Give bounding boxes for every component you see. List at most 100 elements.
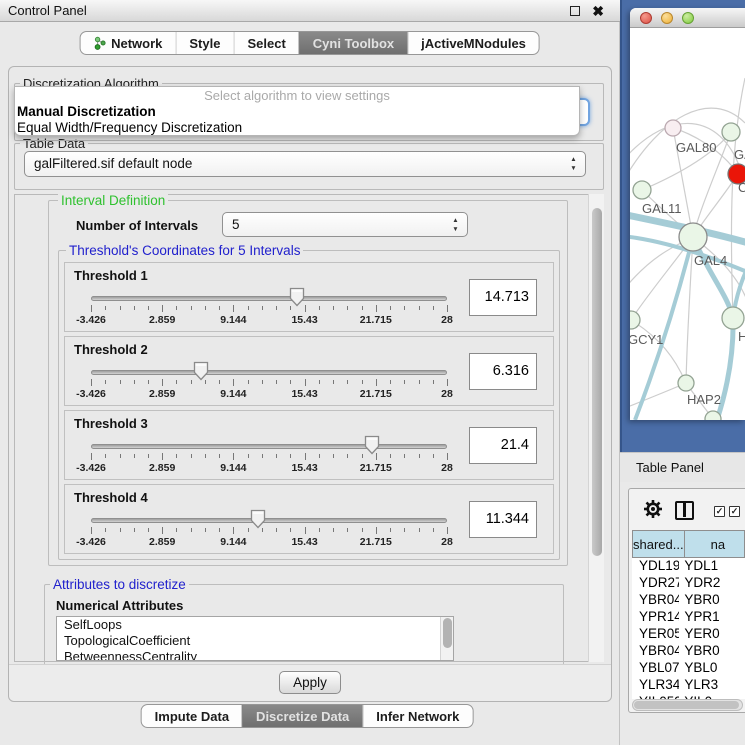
- table-data-combobox[interactable]: galFiltered.sif default node ▲▼: [24, 151, 586, 177]
- number-of-intervals-value: 5: [232, 213, 240, 237]
- slider-tick: [319, 306, 320, 310]
- attribute-item-selfloops[interactable]: SelfLoops: [57, 617, 453, 633]
- threshold-value-field[interactable]: 11.344: [469, 501, 537, 538]
- slider-tick: [376, 379, 377, 386]
- table-cell: YDR27...: [632, 575, 679, 592]
- network-node-label: HAP2: [687, 392, 721, 407]
- table-row[interactable]: YBR043CYBR0: [632, 592, 745, 609]
- network-window-titlebar: [630, 8, 745, 28]
- table-row[interactable]: YER054CYER0: [632, 626, 745, 643]
- slider-tick: [290, 380, 291, 384]
- table-row[interactable]: YDL19...YDL1: [632, 558, 745, 575]
- slider-tick: [162, 527, 163, 534]
- gear-icon[interactable]: [643, 499, 663, 519]
- slider-tick: [148, 380, 149, 384]
- control-panel: Control Panel ✖ NetworkStyleSelectCyni T…: [0, 0, 620, 745]
- table-row[interactable]: YPR145WYPR1: [632, 609, 745, 626]
- slider-tick: [248, 528, 249, 532]
- float-window-icon[interactable]: [570, 6, 580, 16]
- slider-tick: [262, 380, 263, 384]
- table-row[interactable]: YLR345WYLR3: [632, 677, 745, 694]
- table-row[interactable]: YBR045CYBR0: [632, 643, 745, 660]
- number-of-intervals-combobox[interactable]: 5 ▲▼: [222, 212, 468, 237]
- slider-tick-label: 2.859: [149, 388, 175, 400]
- network-node[interactable]: [630, 311, 640, 329]
- split-columns-icon[interactable]: [675, 501, 694, 520]
- tab-label: Network: [111, 36, 162, 51]
- threshold-slider-thumb[interactable]: [289, 287, 305, 307]
- slider-tick: [105, 380, 106, 384]
- minimize-traffic-light-icon[interactable]: [661, 12, 673, 24]
- slider-tick: [305, 453, 306, 460]
- threshold-slider-thumb[interactable]: [250, 509, 266, 529]
- attributes-list-scrollbar[interactable]: [440, 617, 453, 660]
- table-row[interactable]: YBL079WYBL0: [632, 660, 745, 677]
- slider-tick-label: 2.859: [149, 314, 175, 326]
- table-cell: YPR145W: [632, 609, 679, 626]
- close-icon[interactable]: ✖: [592, 2, 604, 20]
- table-horizontal-scrollbar[interactable]: [632, 699, 743, 711]
- threshold-slider-thumb[interactable]: [364, 435, 380, 455]
- close-traffic-light-icon[interactable]: [640, 12, 652, 24]
- threshold-slider-track[interactable]: [91, 370, 447, 375]
- tab-select[interactable]: Select: [233, 32, 298, 54]
- table-cell: YLR3: [679, 677, 745, 694]
- slider-tick: [305, 379, 306, 386]
- apply-button[interactable]: Apply: [279, 671, 341, 694]
- slider-tick-label: -3.426: [76, 462, 106, 474]
- table-column-header[interactable]: na: [685, 530, 745, 558]
- tab-jactivemnodules[interactable]: jActiveMNodules: [407, 32, 539, 54]
- table-row[interactable]: YDR27...YDR2: [632, 575, 745, 592]
- table-cell: YPR1: [679, 609, 745, 626]
- slider-tick: [91, 379, 92, 386]
- table-column-header[interactable]: shared...: [632, 530, 685, 558]
- scrollbar-thumb[interactable]: [592, 208, 602, 556]
- slider-tick: [162, 453, 163, 460]
- algorithm-option-manual[interactable]: Manual Discretization: [15, 104, 579, 120]
- threshold-slider-track[interactable]: [91, 518, 447, 523]
- scrollbar-thumb[interactable]: [443, 618, 452, 648]
- tab-label: jActiveMNodules: [421, 36, 526, 51]
- zoom-traffic-light-icon[interactable]: [682, 12, 694, 24]
- network-node[interactable]: [679, 223, 707, 251]
- algorithm-option-equal-width[interactable]: Equal Width/Frequency Discretization: [15, 120, 579, 136]
- slider-tick: [219, 454, 220, 458]
- network-node[interactable]: [633, 181, 651, 199]
- threshold-slider-thumb[interactable]: [193, 361, 209, 381]
- tab-network[interactable]: Network: [80, 32, 175, 54]
- network-node-label: C: [738, 180, 745, 195]
- tab-impute-data[interactable]: Impute Data: [142, 705, 242, 727]
- threshold-slider-track[interactable]: [91, 296, 447, 301]
- network-node[interactable]: [722, 307, 744, 329]
- table-cell: YDL19...: [632, 558, 679, 575]
- threshold-value-field[interactable]: 6.316: [469, 353, 537, 390]
- slider-tick: [205, 454, 206, 458]
- tab-discretize-data[interactable]: Discretize Data: [242, 705, 362, 727]
- network-edge[interactable]: [630, 383, 686, 408]
- attribute-item-betweennesscentrality[interactable]: BetweennessCentrality: [57, 649, 453, 661]
- slider-tick: [319, 380, 320, 384]
- checked-checkbox-icon[interactable]: ✓: [729, 506, 740, 517]
- network-node-label: H: [738, 329, 745, 344]
- network-node[interactable]: [678, 375, 694, 391]
- tab-infer-network[interactable]: Infer Network: [362, 705, 472, 727]
- threshold-value-field[interactable]: 14.713: [469, 279, 537, 316]
- attribute-item-topologicalcoefficient[interactable]: TopologicalCoefficient: [57, 633, 453, 649]
- numerical-attributes-list[interactable]: SelfLoopsTopologicalCoefficientBetweenne…: [56, 616, 454, 661]
- algorithm-dropdown-popup: Select algorithm to view settings Manual…: [14, 86, 580, 136]
- network-view-window: GAL80GACGAL11GAL4GCY1HHAP2: [630, 8, 745, 420]
- checked-checkbox-icon[interactable]: ✓: [714, 506, 725, 517]
- network-node[interactable]: [665, 120, 681, 136]
- threshold-slider-track[interactable]: [91, 444, 447, 449]
- threshold-value-field[interactable]: 21.4: [469, 427, 537, 464]
- tab-style[interactable]: Style: [175, 32, 233, 54]
- scrollbar-thumb[interactable]: [634, 701, 739, 709]
- slider-tick: [319, 528, 320, 532]
- network-canvas[interactable]: GAL80GACGAL11GAL4GCY1HHAP2: [630, 28, 745, 420]
- network-node-label: GA: [734, 147, 745, 162]
- tab-cyni-toolbox[interactable]: Cyni Toolbox: [299, 32, 407, 54]
- slider-tick: [433, 528, 434, 532]
- settings-vertical-scrollbar[interactable]: [588, 194, 604, 662]
- slider-tick: [176, 380, 177, 384]
- network-node[interactable]: [722, 123, 740, 141]
